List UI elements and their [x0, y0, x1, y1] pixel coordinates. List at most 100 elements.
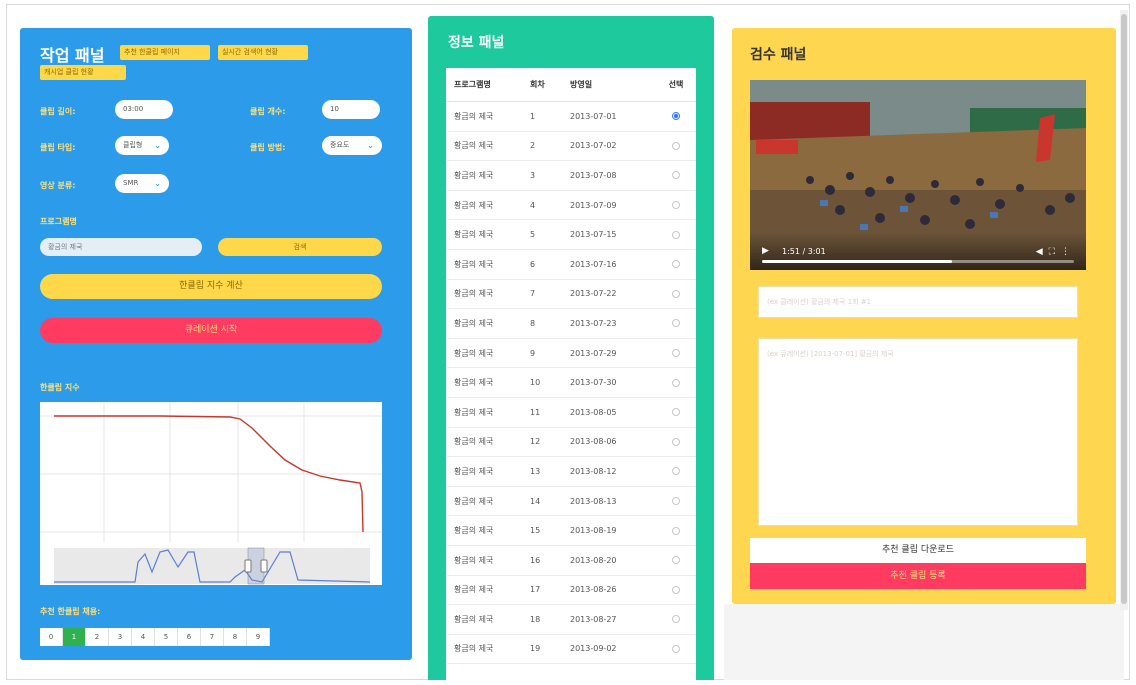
table-row[interactable]: 황금의 제국 6 2013-07-16 [446, 250, 696, 280]
page-button-6[interactable]: 6 [178, 628, 201, 646]
page-button-1[interactable]: 1 [63, 628, 86, 646]
cell-program: 황금의 제국 [454, 614, 494, 624]
select-radio[interactable] [672, 585, 680, 594]
select-radio[interactable] [672, 289, 680, 298]
page-button-5[interactable]: 5 [155, 628, 178, 646]
page-button-8[interactable]: 8 [224, 628, 247, 646]
program-name-label: 프로그램명 [40, 217, 77, 226]
select-radio[interactable] [672, 319, 680, 328]
table-row[interactable]: 황금의 제국 13 2013-08-12 [446, 457, 696, 487]
table-row[interactable]: 황금의 제국 1 2013-07-01 [446, 102, 696, 132]
cell-program: 황금의 제국 [454, 141, 494, 151]
cell-episode: 8 [530, 318, 536, 328]
select-radio[interactable] [672, 408, 680, 417]
table-row[interactable]: 황금의 제국 11 2013-08-05 [446, 398, 696, 428]
navigator-right-handle[interactable] [260, 559, 268, 573]
select-radio[interactable] [672, 644, 680, 653]
select-radio[interactable] [672, 437, 680, 446]
table-row[interactable]: 황금의 제국 9 2013-07-29 [446, 339, 696, 369]
select-radio[interactable] [672, 141, 680, 150]
recommend-clip-label: 추천 한클립 채용: [40, 607, 101, 616]
recommended-clip-page-button[interactable]: 추천 한클립 페이지 [120, 45, 210, 60]
index-chart-label: 한클립 지수 [40, 383, 80, 392]
video-progress-bar[interactable] [762, 260, 1074, 263]
clip-method-label: 클립 방법: [250, 143, 286, 152]
select-radio[interactable] [672, 349, 680, 358]
table-row[interactable]: 황금의 제국 5 2013-07-15 [446, 220, 696, 250]
table-row[interactable]: 황금의 제국 4 2013-07-09 [446, 191, 696, 221]
download-clip-button[interactable]: 추천 클립 다운로드 [750, 538, 1086, 563]
video-time: 1:51 / 3:01 [782, 247, 826, 256]
table-row[interactable]: 황금의 제국 18 2013-08-27 [446, 605, 696, 635]
work-panel-title: 작업 패널 [40, 46, 105, 65]
calculate-index-button[interactable]: 한클립 지수 계산 [40, 274, 382, 299]
cell-program: 황금의 제국 [454, 200, 494, 210]
table-row[interactable]: 황금의 제국 7 2013-07-22 [446, 280, 696, 310]
cell-air-date: 2013-08-13 [570, 496, 617, 506]
table-row[interactable]: 황금의 제국 16 2013-08-20 [446, 546, 696, 576]
cell-program: 황금의 제국 [454, 644, 494, 654]
navigator-left-handle[interactable] [244, 559, 252, 573]
table-row[interactable]: 황금의 제국 3 2013-07-08 [446, 161, 696, 191]
chart-navigator[interactable] [54, 548, 370, 584]
video-player[interactable]: ▶ 1:51 / 3:01 ◀⛶⋮ [750, 80, 1086, 270]
clip-count-input[interactable]: 10 [322, 100, 380, 119]
clip-length-input[interactable]: 03:00 [115, 100, 173, 119]
volume-fullscreen-icons[interactable]: ◀⛶⋮ [1036, 247, 1076, 257]
clip-method-select[interactable]: 중요도 ⌄ [322, 136, 382, 155]
page-button-9[interactable]: 9 [247, 628, 270, 646]
start-curation-button[interactable]: 큐레이션 시작 [40, 318, 382, 343]
page-button-0[interactable]: 0 [40, 628, 63, 646]
select-radio[interactable] [672, 112, 680, 121]
cell-program: 황금의 제국 [454, 289, 494, 299]
clip-title-input[interactable]: (ex 클레이션) 황금의 제국 1회 #1 [758, 286, 1078, 318]
table-body: 황금의 제국 1 2013-07-01 황금의 제국 2 2013-07-02 황금의 제국… [446, 102, 696, 665]
select-radio[interactable] [672, 230, 680, 239]
select-radio[interactable] [672, 378, 680, 387]
program-search-input[interactable]: 황금의 제국 [40, 238, 202, 256]
realtime-search-status-button[interactable]: 실시간 검색어 현황 [218, 45, 308, 60]
select-radio[interactable] [672, 615, 680, 624]
search-button[interactable]: 검색 [218, 238, 382, 256]
cell-program: 황금의 제국 [454, 585, 494, 595]
play-icon[interactable]: ▶ [762, 246, 769, 256]
video-progress-fill [762, 260, 953, 263]
clip-description-textarea[interactable]: (ex 큐레이션) [2013-07-01] 황금의 제국 [758, 338, 1078, 526]
table-row[interactable]: 황금의 제국 15 2013-08-19 [446, 516, 696, 546]
clip-count-label: 클립 개수: [250, 107, 286, 116]
cell-air-date: 2013-07-22 [570, 289, 617, 299]
table-row[interactable]: 황금의 제국 10 2013-07-30 [446, 368, 696, 398]
select-radio[interactable] [672, 556, 680, 565]
cell-air-date: 2013-07-29 [570, 348, 617, 358]
page-button-7[interactable]: 7 [201, 628, 224, 646]
cell-air-date: 2013-07-01 [570, 111, 617, 121]
table-row[interactable]: 황금의 제국 19 2013-09-02 [446, 635, 696, 665]
scrollbar-thumb[interactable] [1121, 14, 1127, 604]
table-row[interactable]: 황금의 제국 8 2013-07-23 [446, 309, 696, 339]
cell-program: 황금의 제국 [454, 348, 494, 358]
cell-episode: 14 [530, 496, 541, 506]
table-row[interactable]: 황금의 제국 14 2013-08-13 [446, 487, 696, 517]
table-header: 프로그램명 회차 방영일 선택 [446, 68, 696, 102]
select-radio[interactable] [672, 526, 680, 535]
cell-air-date: 2013-08-20 [570, 555, 617, 565]
index-chart [40, 402, 382, 585]
register-clip-button[interactable]: 추천 클립 등록 [750, 563, 1086, 589]
select-radio[interactable] [672, 497, 680, 506]
cached-clip-status-button[interactable]: 캐시업 클립 현황 [40, 65, 126, 80]
cell-air-date: 2013-07-08 [570, 170, 617, 180]
select-radio[interactable] [672, 260, 680, 269]
cell-air-date: 2013-08-19 [570, 526, 617, 536]
select-radio[interactable] [672, 201, 680, 210]
video-category-select[interactable]: SMR ⌄ [115, 174, 169, 193]
clip-type-select[interactable]: 클립형 ⌄ [115, 136, 169, 155]
select-radio[interactable] [672, 467, 680, 476]
select-radio[interactable] [672, 171, 680, 180]
table-row[interactable]: 황금의 제국 2 2013-07-02 [446, 132, 696, 162]
table-row[interactable]: 황금의 제국 12 2013-08-06 [446, 428, 696, 458]
cell-episode: 17 [530, 585, 541, 595]
page-button-2[interactable]: 2 [86, 628, 109, 646]
table-row[interactable]: 황금의 제국 17 2013-08-26 [446, 576, 696, 606]
page-button-3[interactable]: 3 [109, 628, 132, 646]
page-button-4[interactable]: 4 [132, 628, 155, 646]
